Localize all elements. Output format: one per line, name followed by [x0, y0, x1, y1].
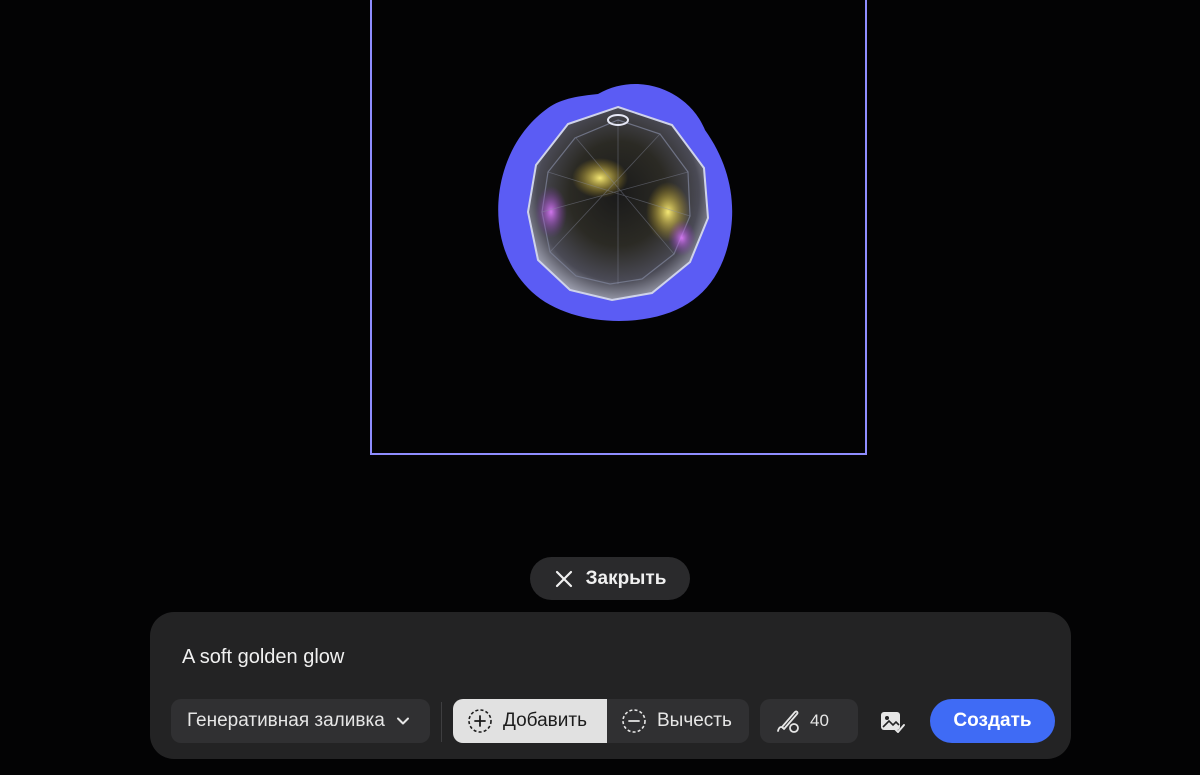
mode-dropdown[interactable]: Генеративная заливка [171, 699, 430, 743]
add-label: Добавить [503, 710, 587, 731]
canvas-frame [370, 0, 867, 455]
brush-size-value: 40 [810, 711, 829, 730]
create-label: Создать [953, 710, 1032, 731]
image-refine-icon[interactable] [878, 708, 906, 736]
brush-icon [777, 710, 799, 733]
add-button[interactable]: Добавить [453, 699, 607, 743]
add-selection-icon [468, 709, 492, 733]
chevron-down-icon [396, 717, 409, 725]
subtract-label: Вычесть [657, 710, 732, 731]
brush-size-control[interactable]: 40 [760, 699, 858, 743]
prompt-input[interactable]: A soft golden glow [182, 642, 1002, 672]
mode-label: Генеративная заливка [187, 710, 385, 731]
toolbar-divider [441, 702, 442, 742]
close-button[interactable]: Закрыть [530, 557, 690, 600]
close-icon [555, 570, 572, 587]
generative-fill-panel: A soft golden glow Генеративная заливка … [150, 612, 1071, 759]
subtract-button[interactable]: Вычесть [607, 699, 749, 743]
create-button[interactable]: Создать [930, 699, 1055, 743]
subtract-selection-icon [622, 709, 646, 733]
close-label: Закрыть [585, 567, 667, 589]
selection-mode-toggle: Добавить Вычесть [453, 699, 749, 743]
